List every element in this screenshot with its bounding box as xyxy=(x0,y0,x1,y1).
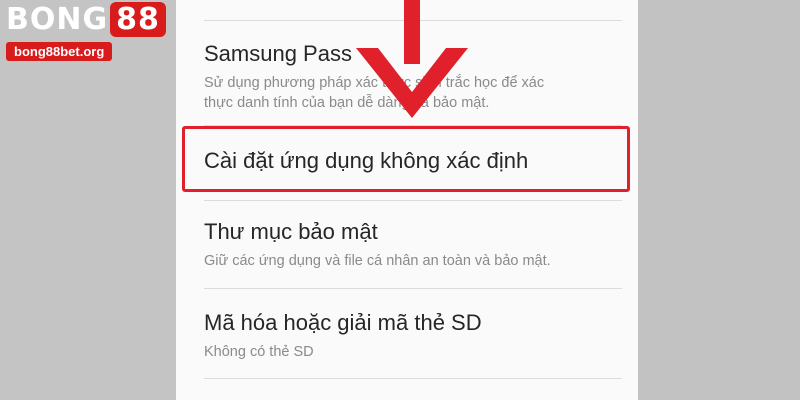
item-subtitle: Giữ các ứng dụng và file cá nhân an toàn… xyxy=(204,253,551,269)
divider xyxy=(204,378,622,379)
brand-suffix: 88 xyxy=(110,2,166,37)
background-right xyxy=(638,0,800,400)
divider xyxy=(204,200,622,201)
highlight-box xyxy=(182,126,630,192)
watermark-url: bong88bet.org xyxy=(6,42,113,61)
item-title: Mã hóa hoặc giải mã thẻ SD xyxy=(204,310,482,335)
arrow-down-icon xyxy=(356,0,468,118)
divider xyxy=(204,288,622,289)
brand-prefix: BONG xyxy=(6,2,109,37)
brand-name: BONG 88 xyxy=(6,2,166,37)
watermark-logo: BONG 88 bong88bet.org xyxy=(0,0,180,70)
item-subtitle: Không có thẻ SD xyxy=(204,344,314,360)
list-item-secure-folder[interactable]: Thư mục bảo mật Giữ các ứng dụng và file… xyxy=(204,218,624,271)
item-title: Thư mục bảo mật xyxy=(204,219,378,244)
list-item-encrypt-sd-card[interactable]: Mã hóa hoặc giải mã thẻ SD Không có thẻ … xyxy=(204,309,624,362)
